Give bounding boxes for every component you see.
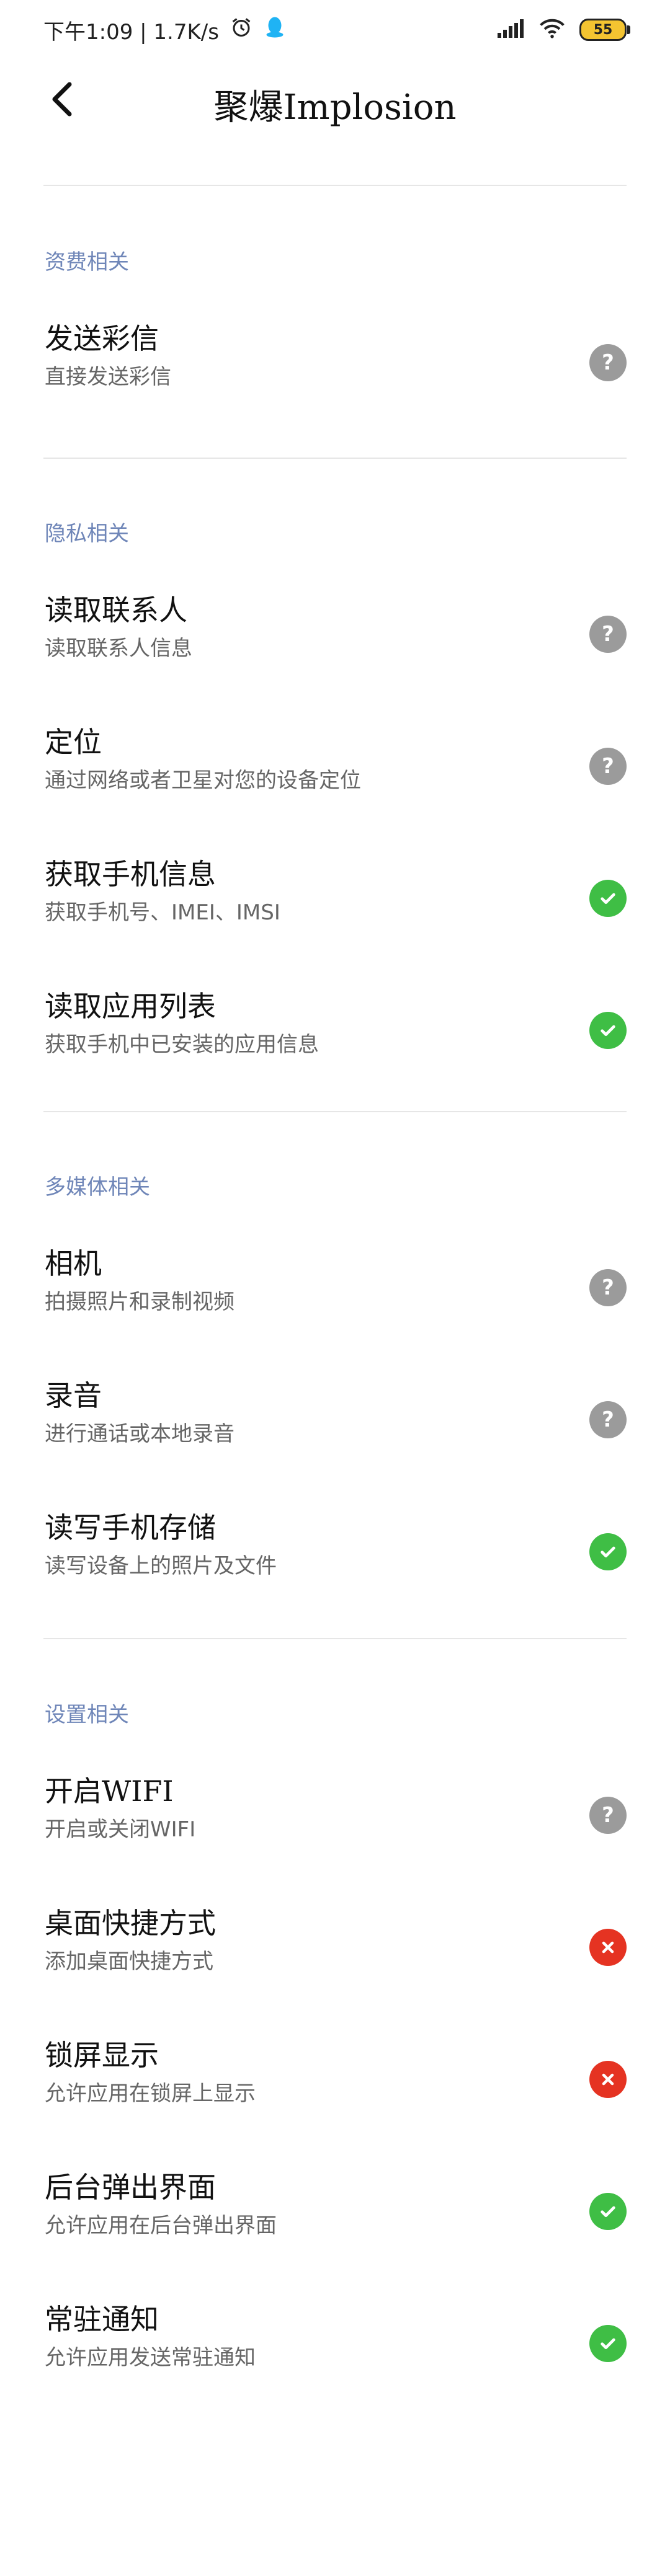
question-icon[interactable]: ? bbox=[589, 616, 627, 653]
check-icon[interactable] bbox=[589, 2325, 627, 2362]
permission-item-camera[interactable]: 相机 拍摄照片和录制视频 ? bbox=[0, 1223, 670, 1353]
permission-desc: 允许应用在锁屏上显示 bbox=[45, 2081, 256, 2106]
check-icon[interactable] bbox=[589, 1533, 627, 1570]
permission-desc: 添加桌面快捷方式 bbox=[45, 1949, 213, 1974]
question-icon[interactable]: ? bbox=[589, 748, 627, 785]
permission-desc: 进行通话或本地录音 bbox=[45, 1422, 234, 1446]
permission-desc: 拍摄照片和录制视频 bbox=[45, 1290, 234, 1314]
permission-desc: 读取联系人信息 bbox=[45, 636, 192, 661]
question-icon[interactable]: ? bbox=[589, 1269, 627, 1306]
permission-desc: 开启或关闭WIFI bbox=[45, 1817, 196, 1842]
permission-title: 相机 bbox=[45, 1247, 102, 1280]
permission-title: 读写手机存储 bbox=[45, 1511, 216, 1544]
permission-title: 定位 bbox=[45, 725, 102, 759]
battery-indicator: 55 bbox=[579, 19, 630, 41]
permission-title: 开启WIFI bbox=[45, 1774, 174, 1808]
section-divider bbox=[43, 1111, 627, 1112]
permission-title: 锁屏显示 bbox=[45, 2038, 159, 2072]
permission-desc: 读写设备上的照片及文件 bbox=[45, 1554, 277, 1578]
permission-desc: 允许应用在后台弹出界面 bbox=[45, 2213, 277, 2238]
alarm-icon bbox=[230, 16, 252, 44]
permission-desc: 获取手机号、IMEI、IMSI bbox=[45, 900, 280, 925]
permission-title: 桌面快捷方式 bbox=[45, 1906, 216, 1940]
check-icon[interactable] bbox=[589, 880, 627, 917]
permission-item-lockscreen[interactable]: 锁屏显示 允许应用在锁屏上显示 bbox=[0, 2014, 670, 2144]
signal-icon bbox=[498, 19, 525, 40]
permission-item-wifi[interactable]: 开启WIFI 开启或关闭WIFI ? bbox=[0, 1750, 670, 1880]
question-icon[interactable]: ? bbox=[589, 1401, 627, 1438]
check-icon[interactable] bbox=[589, 1012, 627, 1049]
permission-item-mms[interactable]: 发送彩信 直接发送彩信 ? bbox=[0, 298, 670, 428]
section-title-fee: 资费相关 bbox=[45, 250, 129, 275]
permission-title: 读取应用列表 bbox=[45, 989, 216, 1023]
status-time-speed: 下午1:09 | 1.7K/s bbox=[43, 19, 219, 45]
wifi-icon bbox=[538, 18, 566, 42]
permission-desc: 获取手机中已安装的应用信息 bbox=[45, 1032, 319, 1057]
page-title: 聚爆Implosion bbox=[213, 87, 457, 128]
section-divider bbox=[43, 1638, 627, 1639]
permission-item-record[interactable]: 录音 进行通话或本地录音 ? bbox=[0, 1355, 670, 1485]
permission-title: 读取联系人 bbox=[45, 593, 187, 627]
permission-item-phone-info[interactable]: 获取手机信息 获取手机号、IMEI、IMSI bbox=[0, 833, 670, 963]
permission-title: 常驻通知 bbox=[45, 2303, 159, 2336]
section-title-multimedia: 多媒体相关 bbox=[45, 1175, 150, 1200]
permission-item-storage[interactable]: 读写手机存储 读写设备上的照片及文件 bbox=[0, 1487, 670, 1617]
permission-title: 后台弹出界面 bbox=[45, 2171, 216, 2204]
section-divider bbox=[43, 458, 627, 459]
permission-item-contacts[interactable]: 读取联系人 读取联系人信息 ? bbox=[0, 569, 670, 699]
status-right: 55 bbox=[498, 11, 630, 48]
cross-icon[interactable] bbox=[589, 1929, 627, 1966]
permission-desc: 直接发送彩信 bbox=[45, 365, 171, 389]
permission-item-location[interactable]: 定位 通过网络或者卫星对您的设备定位 ? bbox=[0, 701, 670, 831]
section-title-privacy: 隐私相关 bbox=[45, 521, 129, 546]
permission-desc: 允许应用发送常驻通知 bbox=[45, 2345, 256, 2370]
status-left: 下午1:09 | 1.7K/s bbox=[43, 11, 286, 48]
question-icon[interactable]: ? bbox=[589, 344, 627, 381]
qq-icon bbox=[264, 15, 286, 45]
permission-item-shortcut[interactable]: 桌面快捷方式 添加桌面快捷方式 bbox=[0, 1882, 670, 2012]
permission-title: 录音 bbox=[45, 1379, 102, 1412]
status-bar: 下午1:09 | 1.7K/s 55 bbox=[0, 0, 670, 59]
cross-icon[interactable] bbox=[589, 2061, 627, 2098]
permission-item-app-list[interactable]: 读取应用列表 获取手机中已安装的应用信息 bbox=[0, 965, 670, 1095]
question-icon[interactable]: ? bbox=[589, 1797, 627, 1834]
permission-item-persistent-notification[interactable]: 常驻通知 允许应用发送常驻通知 bbox=[0, 2278, 670, 2409]
section-divider bbox=[43, 185, 627, 186]
top-bar: 聚爆Implosion bbox=[0, 62, 670, 136]
permission-title: 发送彩信 bbox=[45, 322, 159, 355]
permission-item-background-popup[interactable]: 后台弹出界面 允许应用在后台弹出界面 bbox=[0, 2146, 670, 2277]
permission-title: 获取手机信息 bbox=[45, 857, 216, 891]
check-icon[interactable] bbox=[589, 2193, 627, 2230]
permission-desc: 通过网络或者卫星对您的设备定位 bbox=[45, 768, 361, 793]
section-title-settings: 设置相关 bbox=[45, 1702, 129, 1727]
